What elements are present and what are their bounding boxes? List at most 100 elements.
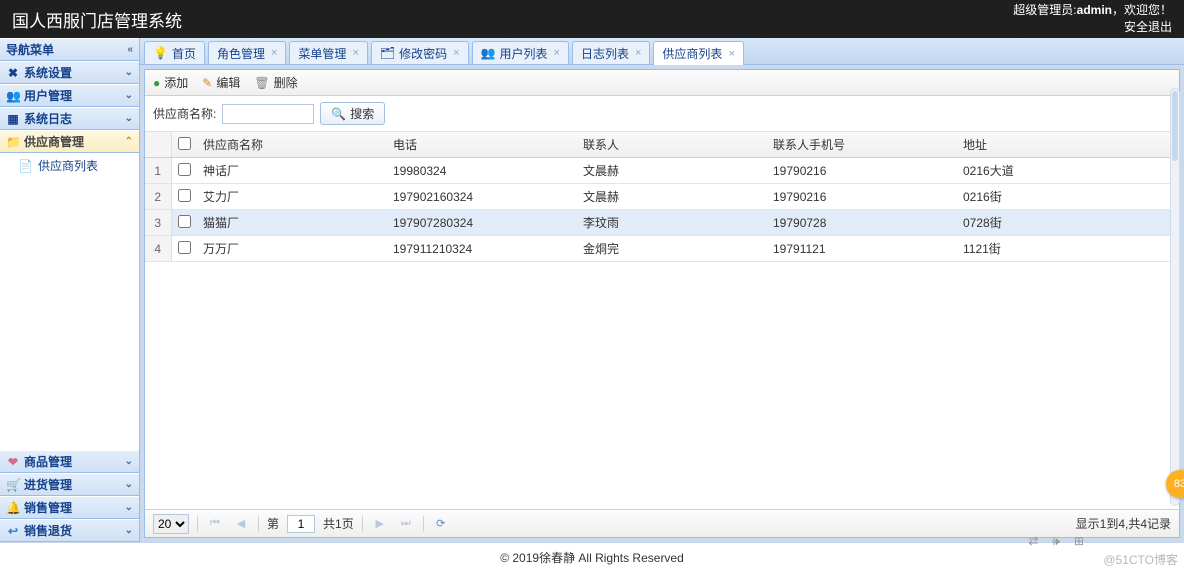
data-grid: 供应商名称 电话 联系人 联系人手机号 地址 1神话厂19980324文晨赫19…: [145, 132, 1179, 509]
edit-button[interactable]: ✎编辑: [202, 74, 240, 91]
table-row[interactable]: 3猫猫厂197907280324李玟雨197907280728街: [145, 210, 1179, 236]
refresh-button[interactable]: ⟳: [432, 515, 450, 533]
tab-supplier-list[interactable]: 供应商列表×: [653, 41, 743, 65]
col-name[interactable]: 供应商名称: [197, 132, 387, 158]
sidebar-group-sales-return[interactable]: ↩销售退货 ⌄: [0, 519, 139, 542]
search-button[interactable]: 🔍搜索: [320, 102, 385, 125]
sidebar-group-label: 商品管理: [24, 453, 72, 470]
gear-icon: ✖: [6, 66, 20, 80]
chevron-down-icon: ⌄: [125, 525, 133, 536]
page-suffix: 共1页: [323, 515, 354, 532]
sidebar-group-system-settings[interactable]: ✖ 系统设置 ⌄: [0, 61, 139, 84]
welcome-prefix: 超级管理员:: [1013, 3, 1076, 17]
sidebar-group-label: 系统日志: [24, 110, 72, 127]
tab-user-list[interactable]: 👥用户列表×: [472, 41, 569, 64]
cell-mobile: 19790216: [767, 184, 957, 210]
sidebar-group-purchase-management[interactable]: 🛒进货管理 ⌄: [0, 473, 139, 496]
logout-link[interactable]: 安全退出: [1013, 19, 1172, 36]
chevron-down-icon: ⌄: [125, 479, 133, 490]
welcome-user: admin: [1077, 3, 1112, 17]
add-button[interactable]: ●添加: [153, 74, 188, 91]
next-page-button[interactable]: ▶: [371, 515, 389, 533]
watermark: @51CTO博客: [1103, 551, 1178, 568]
sidebar-spacer: [0, 178, 139, 450]
table-row[interactable]: 4万万厂197911210324金烔完197911211121街: [145, 236, 1179, 262]
tab-log-list[interactable]: 日志列表×: [572, 41, 650, 64]
cell-contact: 文晨赫: [577, 158, 767, 184]
scrollbar-thumb[interactable]: [1172, 91, 1178, 161]
sidebar-item-supplier-list[interactable]: 📄 供应商列表: [0, 153, 139, 178]
prev-page-button[interactable]: ◀: [232, 515, 250, 533]
page-input[interactable]: [287, 515, 315, 533]
cell-phone: 197911210324: [387, 236, 577, 262]
chevron-down-icon: ⌄: [125, 456, 133, 467]
close-icon[interactable]: ×: [271, 47, 277, 59]
col-mobile[interactable]: 联系人手机号: [767, 132, 957, 158]
delete-button[interactable]: 🗑删除: [254, 74, 297, 91]
chevron-down-icon: ⌄: [125, 67, 133, 78]
supplier-name-input[interactable]: [222, 104, 314, 124]
cart-icon: 🛒: [6, 478, 20, 492]
sidebar-group-user-management[interactable]: 👥用户管理 ⌄: [0, 84, 139, 107]
row-checkbox[interactable]: [178, 189, 191, 202]
cell-checkbox[interactable]: [171, 184, 197, 210]
pager-info: 显示1到4,共4记录: [1076, 515, 1171, 532]
col-contact[interactable]: 联系人: [577, 132, 767, 158]
close-icon[interactable]: ×: [554, 47, 560, 59]
toolbar: ●添加 ✎编辑 🗑删除: [145, 70, 1179, 96]
row-checkbox[interactable]: [178, 215, 191, 228]
cell-checkbox[interactable]: [171, 210, 197, 236]
table-row[interactable]: 2艾力厂197902160324文晨赫197902160216街: [145, 184, 1179, 210]
sidebar-group-sales-management[interactable]: 🔔销售管理 ⌄: [0, 496, 139, 519]
cell-phone: 19980324: [387, 158, 577, 184]
chevron-up-icon: ⌃: [125, 136, 133, 147]
sidebar-item-label: 供应商列表: [38, 157, 98, 174]
col-select-all[interactable]: [171, 132, 197, 158]
cell-checkbox[interactable]: [171, 236, 197, 262]
sidebar-group-system-log[interactable]: ▦系统日志 ⌄: [0, 107, 139, 130]
col-phone[interactable]: 电话: [387, 132, 577, 158]
first-page-button[interactable]: ⏮: [206, 515, 224, 533]
sidebar-title-label: 导航菜单: [6, 41, 54, 58]
topbar-right: 超级管理员:admin，欢迎您！ 安全退出: [1013, 2, 1172, 36]
close-icon[interactable]: ×: [728, 48, 734, 60]
cell-mobile: 19790216: [767, 158, 957, 184]
table-header-row: 供应商名称 电话 联系人 联系人手机号 地址: [145, 132, 1179, 158]
content: 💡首页 角色管理× 菜单管理 × 🗂 修改密码 × 👥用户列表× 日志列表× 供应商列…: [140, 38, 1184, 542]
footer: © 2019徐春静 All Rights Reserved: [0, 542, 1184, 572]
col-address[interactable]: 地址: [957, 132, 1179, 158]
sidebar-title: 导航菜单 «: [0, 38, 139, 61]
sidebar-group-product-management[interactable]: ❤商品管理 ⌄: [0, 450, 139, 473]
tab-label: 菜单管理: [298, 45, 346, 62]
last-page-button[interactable]: ⏭: [397, 515, 415, 533]
tab-change-password[interactable]: 🗂 修改密码 ×: [371, 41, 469, 64]
row-checkbox[interactable]: [178, 163, 191, 176]
cell-address: 1121街: [957, 236, 1179, 262]
sidebar-group-label: 用户管理: [24, 87, 72, 104]
close-icon[interactable]: ×: [453, 47, 459, 59]
sidebar-group-body: 📄 供应商列表: [0, 153, 139, 178]
cell-contact: 金烔完: [577, 236, 767, 262]
sidebar-group-label: 供应商管理: [24, 133, 84, 150]
tab-role-management[interactable]: 角色管理×: [208, 41, 286, 64]
plus-icon: ●: [153, 76, 160, 90]
card-icon: 🗂: [380, 46, 395, 60]
close-icon[interactable]: ×: [635, 47, 641, 59]
trash-icon: 🗑: [254, 76, 269, 90]
cell-name: 神话厂: [197, 158, 387, 184]
tab-menu-management[interactable]: 菜单管理 ×: [289, 41, 367, 64]
row-checkbox[interactable]: [178, 241, 191, 254]
cell-address: 0728街: [957, 210, 1179, 236]
collapse-icon[interactable]: «: [127, 44, 133, 55]
tab-home[interactable]: 💡首页: [144, 41, 205, 64]
folder-icon: 📁: [6, 135, 20, 149]
vertical-scrollbar[interactable]: [1170, 88, 1180, 506]
close-icon[interactable]: ×: [352, 47, 358, 59]
table-row[interactable]: 1神话厂19980324文晨赫197902160216大道: [145, 158, 1179, 184]
select-all-checkbox[interactable]: [178, 137, 191, 150]
sidebar-group-supplier-management[interactable]: 📁 供应商管理 ⌃: [0, 130, 139, 153]
page-size-select[interactable]: 20: [153, 514, 189, 534]
tab-label: 修改密码: [399, 45, 447, 62]
cell-checkbox[interactable]: [171, 158, 197, 184]
sidebar-group-label: 系统设置: [24, 64, 72, 81]
